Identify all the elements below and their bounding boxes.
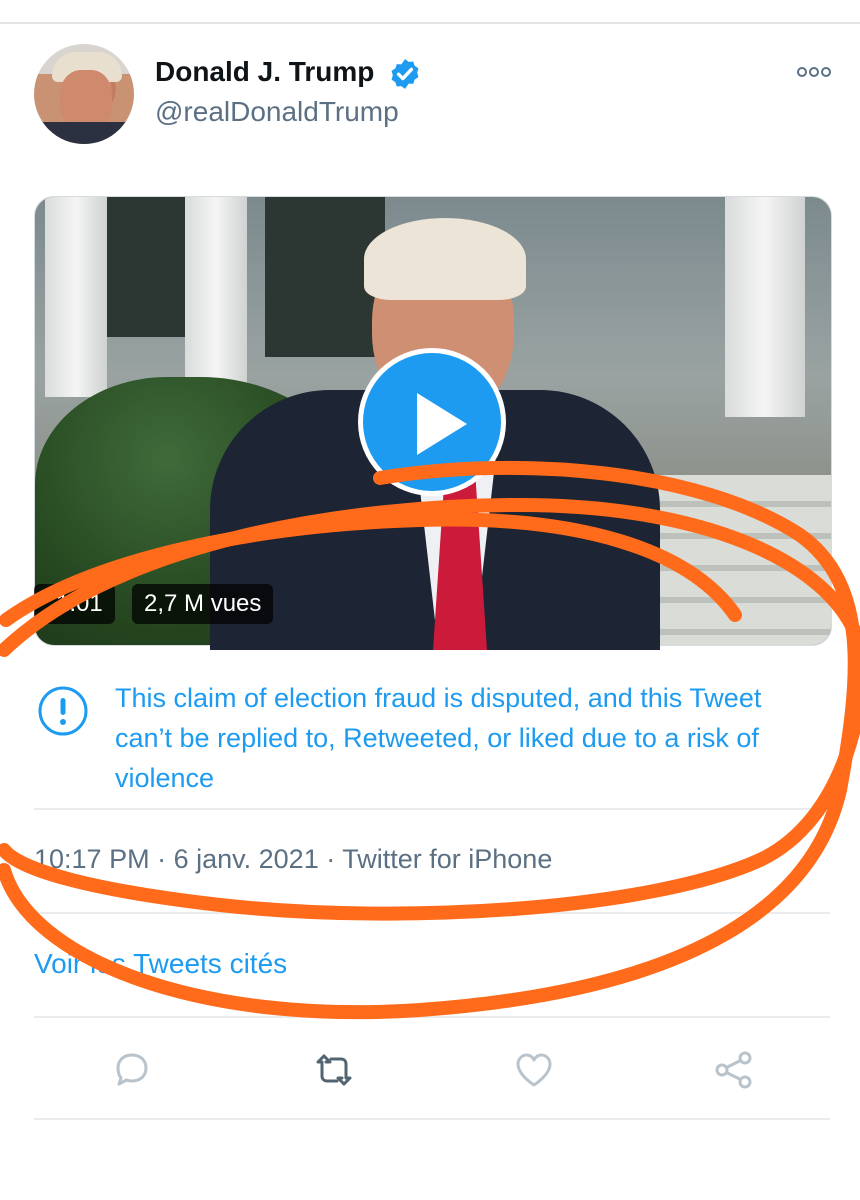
tweet-time[interactable]: 10:17 PM <box>34 844 150 874</box>
retweet-icon[interactable] <box>312 1048 356 1092</box>
view-quote-tweets-link[interactable]: Voir les Tweets cités <box>34 948 287 980</box>
divider <box>34 808 830 810</box>
background-column <box>45 197 107 397</box>
avatar-face <box>60 70 112 130</box>
video-view-count: 2,7 M vues <box>132 584 274 624</box>
separator-dot: · <box>157 844 174 874</box>
disputed-claim-notice[interactable]: This claim of election fraud is disputed… <box>115 678 815 798</box>
tweet-timestamp: 10:17 PM · 6 janv. 2021 · Twitter for iP… <box>34 844 552 875</box>
author-handle[interactable]: @realDonaldTrump <box>155 96 399 128</box>
divider <box>34 1016 830 1018</box>
video-duration: 1:01 <box>34 584 115 624</box>
verified-badge-icon <box>391 59 419 89</box>
avatar-suit <box>34 122 134 144</box>
play-button[interactable] <box>358 348 506 496</box>
like-icon[interactable] <box>512 1048 556 1092</box>
share-icon[interactable] <box>712 1048 756 1092</box>
author-name[interactable]: Donald J. Trump <box>155 56 374 88</box>
play-icon <box>417 393 467 455</box>
separator-dot: · <box>326 844 343 874</box>
more-options-icon[interactable] <box>796 66 832 78</box>
background-column <box>185 197 247 397</box>
tweet-date[interactable]: 6 janv. 2021 <box>174 844 319 874</box>
warning-exclamation-icon <box>38 686 88 736</box>
tweet-source[interactable]: Twitter for iPhone <box>342 844 552 874</box>
divider <box>34 912 830 914</box>
background-column <box>725 197 805 417</box>
top-divider <box>0 22 860 24</box>
reply-icon[interactable] <box>110 1048 154 1092</box>
avatar[interactable] <box>34 44 134 144</box>
video-person-hair <box>364 218 526 300</box>
divider <box>34 1118 830 1120</box>
